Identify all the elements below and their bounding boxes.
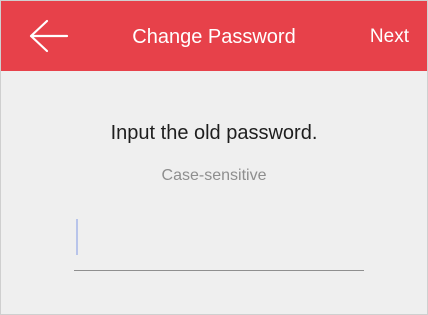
instruction-text: Input the old password. xyxy=(110,122,318,144)
case-sensitive-hint: Case-sensitive xyxy=(161,167,267,184)
old-password-input[interactable] xyxy=(74,209,364,271)
text-cursor xyxy=(76,219,78,255)
navigation-bar: Change Password Next xyxy=(1,1,427,71)
password-form: Input the old password. Case-sensitive xyxy=(1,71,427,314)
arrow-left-icon xyxy=(29,19,69,53)
back-button[interactable] xyxy=(23,17,71,57)
change-password-screen: Change Password Next Input the old passw… xyxy=(0,0,428,315)
next-button[interactable]: Next xyxy=(370,25,409,49)
